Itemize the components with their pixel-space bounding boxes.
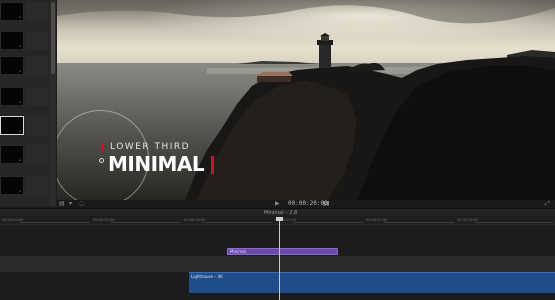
layout-icon[interactable]: ▤ — [59, 201, 65, 207]
transform-icon[interactable]: ▾ — [69, 201, 72, 207]
browser-thumbnail[interactable]: s — [0, 56, 24, 75]
viewer-timecode: 00:00:20:08 — [288, 200, 328, 207]
ruler-dash — [475, 222, 553, 223]
lower-third-title-accent — [211, 156, 214, 174]
final-cut-window: s s s s s s s LOWER THIRD MINIMAL ▤ ▾ ◌ … — [0, 0, 555, 300]
timeline[interactable]: Minimal – 2.8 00:00:00:00 00:00:05:00 00… — [0, 208, 555, 300]
video-clip-label: Lighthouse – 4K — [191, 274, 223, 279]
thumbnail-info — [26, 31, 48, 50]
ruler-dash — [384, 222, 454, 223]
fullscreen-icon[interactable]: ⤢ — [545, 201, 550, 207]
ruler-dash — [202, 222, 272, 223]
play-icon[interactable]: ▶ — [275, 201, 280, 207]
thumbnail-info — [26, 87, 48, 106]
media-browser: s s s s s s s — [0, 0, 56, 206]
timeline-project-title: Minimal – 2.8 — [264, 210, 298, 216]
thumbnail-info — [26, 2, 48, 21]
ruler-dash — [293, 222, 363, 223]
lower-third-kicker: LOWER THIRD — [110, 142, 191, 152]
title-clip[interactable]: Minimal — [227, 248, 338, 255]
browser-thumbnail[interactable]: s — [0, 145, 24, 164]
transform-anchor-point[interactable] — [99, 158, 104, 163]
browser-thumbnail[interactable]: s — [0, 2, 24, 21]
thumbnail-info — [26, 56, 48, 75]
browser-scroll-thumb[interactable] — [51, 2, 55, 74]
video-clip[interactable]: Lighthouse – 4K — [189, 272, 555, 293]
viewer[interactable]: LOWER THIRD MINIMAL — [57, 0, 555, 200]
thumbnail-info — [26, 145, 48, 164]
browser-thumbnail[interactable]: s — [0, 31, 24, 50]
timecode-pause-icon: ▮▮ — [323, 200, 330, 207]
title-clip-label: Minimal — [230, 249, 246, 254]
browser-thumbnail[interactable]: s — [0, 176, 24, 195]
browser-thumbnail-selected[interactable]: s — [0, 116, 24, 135]
browser-thumbnail[interactable]: s — [0, 87, 24, 106]
ruler-dash — [111, 222, 181, 223]
timeline-header: Minimal – 2.8 — [0, 208, 555, 216]
ruler-dash — [20, 222, 90, 223]
lower-third-kicker-accent — [101, 143, 103, 152]
crop-icon[interactable]: ◌ — [79, 201, 84, 207]
playhead[interactable] — [279, 217, 280, 300]
thumbnail-info — [26, 176, 48, 195]
primary-storyline[interactable] — [0, 256, 555, 272]
lower-third-title: MINIMAL — [108, 152, 205, 176]
thumbnail-info — [26, 116, 48, 135]
viewer-footer: ▤ ▾ ◌ ▶ 00:00:20:08 ▮▮ ⤢ — [57, 200, 555, 208]
